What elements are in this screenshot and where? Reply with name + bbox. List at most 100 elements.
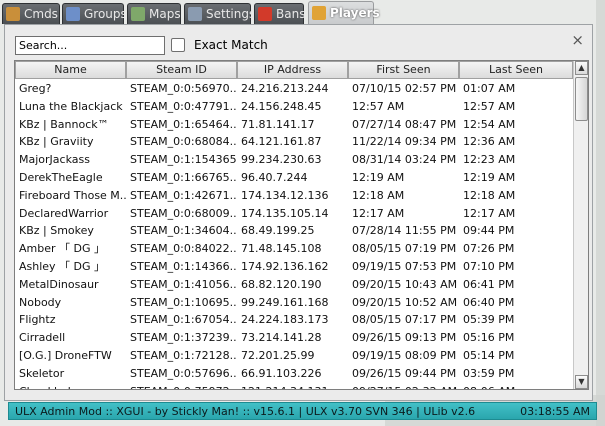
table-cell: 174.92.136.162: [241, 260, 329, 273]
table-cell: 174.134.12.136: [241, 188, 329, 202]
table-cell: 96.40.7.244: [241, 171, 308, 184]
table-cell: 12:57 AM: [463, 99, 516, 113]
close-icon[interactable]: ×: [571, 31, 584, 49]
table-row[interactable]: Fireboard Those M... STEAM_0:1:42671... 17…: [15, 187, 573, 205]
status-version-text: ULX Admin Mod :: XGUI - by Stickly Man! …: [15, 405, 476, 418]
table-row[interactable]: KBz | Smokey STEAM_0:1:34604... 68.49.199.…: [15, 222, 573, 240]
map-icon: [131, 7, 145, 21]
scroll-up-icon[interactable]: ▲: [575, 61, 588, 75]
table-cell: 09/26/15 09:44 PM: [352, 366, 457, 380]
table-row[interactable]: KBz | Graviity STEAM_0:0:68084... 64.121.1…: [15, 133, 573, 151]
table-cell: KBz | Smokey: [19, 224, 94, 238]
exact-match-checkbox[interactable]: [171, 38, 185, 52]
table-cell: STEAM_0:0:68084...: [130, 135, 237, 149]
table-row[interactable]: Flightz STEAM_0:1:67054... 24.224.183.173 0…: [15, 311, 573, 329]
table-cell: 01:07 AM: [463, 82, 516, 95]
tab-cmds[interactable]: Cmds: [2, 3, 60, 24]
table-cell: 05:14 PM: [463, 349, 515, 362]
column-header[interactable]: Last Seen: [459, 61, 573, 79]
scroll-down-icon[interactable]: ▼: [575, 375, 588, 389]
table-cell: DerekTheEagle: [19, 171, 103, 184]
table-cell: STEAM_0:1:37239...: [130, 331, 237, 345]
table-row[interactable]: Ashley 「 DG 」 STEAM_0:1:14366... 174.92.13…: [15, 258, 573, 276]
tab-label: Cmds: [24, 7, 58, 21]
table-cell: DeclaredWarrior: [19, 206, 109, 220]
tab-label: Players: [330, 6, 380, 20]
tab-label: Bans: [276, 7, 306, 21]
table-row[interactable]: Nobody STEAM_0:1:10695... 99.249.161.168 09…: [15, 294, 573, 312]
column-header[interactable]: Steam ID: [126, 61, 237, 79]
table-cell: 09/19/15 08:09 PM: [352, 349, 457, 362]
vertical-scrollbar[interactable]: ▲ ▼: [573, 61, 588, 389]
tab-label: Settings: [206, 7, 256, 21]
background-texture: [596, 0, 605, 426]
column-header[interactable]: Name: [15, 61, 126, 79]
table-cell: 05:39 PM: [463, 313, 515, 327]
tab-bans[interactable]: Bans: [254, 3, 306, 24]
wrench-icon: [188, 7, 202, 21]
search-input[interactable]: [15, 36, 165, 55]
table-cell: 12:18 AM: [352, 188, 405, 202]
table-cell: 03:59 PM: [463, 366, 515, 380]
table-row[interactable]: MetalDinosaur STEAM_0:1:41056... 68.82.120…: [15, 276, 573, 294]
table-cell: STEAM_0:1:67054...: [130, 313, 237, 327]
table-cell: 09/19/15 07:53 PM: [352, 260, 457, 273]
table-cell: STEAM_0:0:75972...: [126, 383, 237, 389]
table-cell: Amber 「 DG 」: [19, 242, 105, 256]
table-cell: Luna the Blackjack ...: [19, 99, 126, 113]
table-cell: STEAM_0:1:41056...: [130, 277, 237, 291]
ban-icon: [258, 7, 272, 21]
table-cell: Skeletor: [19, 366, 65, 380]
table-cell: 07:26 PM: [463, 242, 515, 256]
table-cell: 08/05/15 07:17 PM: [352, 313, 457, 327]
table-cell: 09/26/15 09:13 PM: [352, 331, 457, 345]
scroll-thumb[interactable]: [575, 77, 588, 121]
table-cell: 99.234.230.63: [241, 153, 322, 167]
table-row[interactable]: Skeletor STEAM_0:0:57696... 66.91.103.226 0…: [15, 365, 573, 383]
table-cell: 09/20/15 10:52 AM: [352, 295, 458, 309]
table-cell: Ashley 「 DG 」: [19, 260, 106, 273]
table-cell: 07/27/14 08:47 PM: [352, 117, 457, 131]
table-row[interactable]: Cirradell STEAM_0:1:37239... 73.214.141.28…: [15, 329, 573, 347]
table-cell: 72.201.25.99: [241, 349, 315, 362]
table-cell: 09/27/15 02:32 AM: [348, 383, 459, 389]
tab-players[interactable]: Players: [308, 1, 380, 24]
table-cell: 64.121.161.87: [241, 135, 322, 149]
tab-groups[interactable]: Groups: [62, 3, 127, 24]
table-row[interactable]: KBz | Bannock™ STEAM_0:1:65464... 71.81.14…: [15, 116, 573, 134]
table-cell: STEAM_0:1:34604...: [130, 224, 237, 238]
table-cell: 07:10 PM: [463, 260, 515, 273]
table-row[interactable]: ChunkledoreSTEAM_0:0:75972...121.214.34.…: [15, 383, 573, 389]
exact-match-label: Exact Match: [194, 38, 268, 52]
table-cell: 68.82.120.190: [241, 277, 322, 291]
table-cell: STEAM_0:1:65464...: [130, 117, 237, 131]
table-cell: 08/31/14 03:24 PM: [352, 153, 457, 167]
table-cell: 12:57 AM: [352, 99, 405, 113]
table-row[interactable]: MajorJackass STEAM_0:1:1543654 99.234.230.…: [15, 151, 573, 169]
table-cell: MetalDinosaur: [19, 277, 99, 291]
tab-maps[interactable]: Maps: [127, 3, 181, 24]
column-header[interactable]: First Seen: [348, 61, 459, 79]
table-cell: 11/22/14 09:34 PM: [352, 135, 457, 149]
table-cell: STEAM_0:1:14366...: [130, 260, 237, 273]
table-row[interactable]: DerekTheEagle STEAM_0:1:66765... 96.40.7.2…: [15, 169, 573, 187]
table-cell: 05:16 PM: [463, 331, 515, 345]
table-row[interactable]: Amber 「 DG 」 STEAM_0:0:84022... 71.48.145.…: [15, 240, 573, 258]
table-cell: 174.135.105.14: [241, 206, 329, 220]
table-cell: Nobody: [19, 295, 62, 309]
status-bar: ULX Admin Mod :: XGUI - by Stickly Man! …: [8, 402, 597, 420]
table-cell: 12:17 AM: [463, 206, 516, 220]
table-row[interactable]: DeclaredWarrior STEAM_0:0:68009... 174.135…: [15, 205, 573, 223]
tab-settings[interactable]: Settings: [184, 3, 255, 24]
column-header[interactable]: IP Address: [237, 61, 348, 79]
computer-user-icon: [6, 7, 20, 21]
table-cell: STEAM_0:1:66765...: [130, 171, 237, 184]
table-cell: 12:54 AM: [463, 117, 516, 131]
table-row[interactable]: Luna the Blackjack ... STEAM_0:0:47791...…: [15, 98, 573, 116]
table-cell: STEAM_0:0:68009...: [130, 206, 237, 220]
table-cell: Cirradell: [19, 331, 66, 345]
table-row[interactable]: [O.G.] DroneFTW STEAM_0:1:72128... 72.201.…: [15, 347, 573, 365]
table-cell: 08:06 AM: [459, 383, 573, 389]
table-row[interactable]: Greg? STEAM_0:0:56970... 24.216.213.244 07/…: [15, 80, 573, 98]
table-cell: 73.214.141.28: [241, 331, 322, 345]
